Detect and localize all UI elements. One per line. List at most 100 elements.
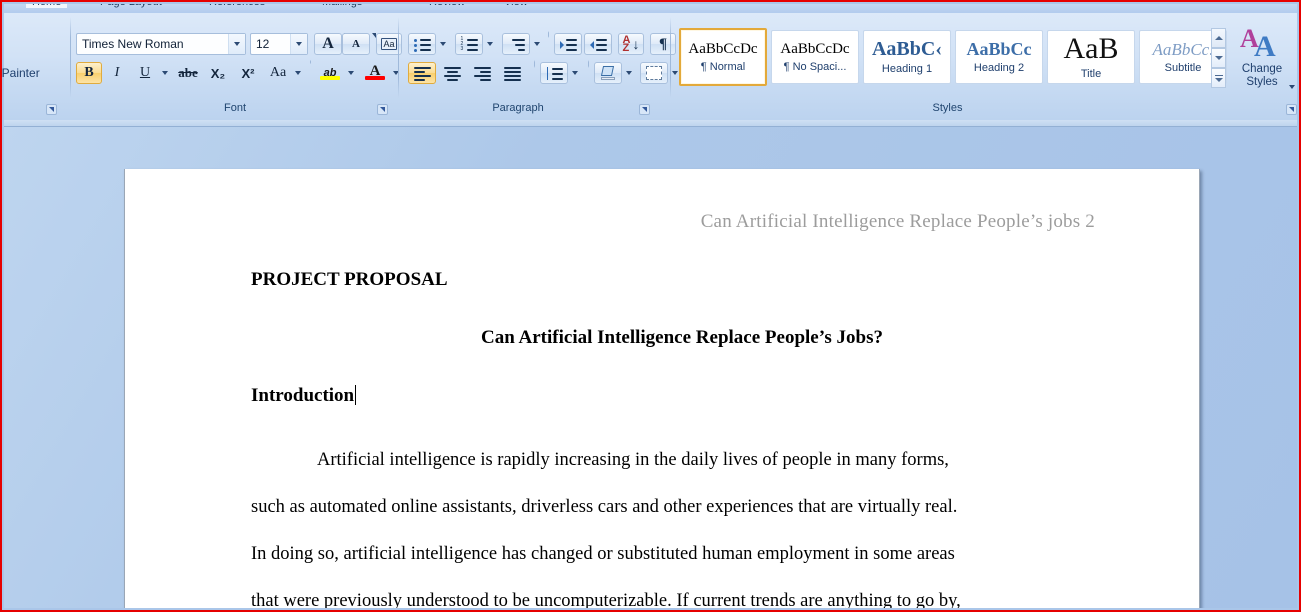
style-sample: AaBbC‹: [871, 38, 942, 60]
increase-indent-button[interactable]: [584, 33, 612, 55]
numbering-dropdown-icon[interactable]: [483, 33, 496, 55]
style-item-no-spacing[interactable]: AaBbCcDc ¶ No Spaci...: [771, 30, 859, 84]
change-case-icon: Aa: [269, 65, 287, 80]
increase-indent-icon: [589, 38, 607, 51]
group-separator: [398, 17, 399, 98]
style-item-normal[interactable]: AaBbCcDc ¶ Normal: [679, 28, 767, 86]
change-case-button[interactable]: Aa: [265, 62, 291, 84]
tab-home[interactable]: Home: [26, 4, 68, 8]
style-sample: AaBbCc.: [1152, 39, 1214, 59]
heading-project-proposal: PROJECT PROPOSAL: [251, 269, 448, 290]
font-name-dropdown-icon[interactable]: [228, 34, 245, 54]
document-canvas[interactable]: Can Artificial Intelligence Replace Peop…: [4, 120, 1297, 608]
grow-font-button[interactable]: A: [314, 33, 348, 55]
heading-document-title: Can Artificial Intelligence Replace Peop…: [481, 327, 883, 348]
style-item-title[interactable]: AaB Title: [1047, 30, 1135, 84]
sort-button[interactable]: AZ ↓: [618, 33, 644, 55]
align-right-icon: [473, 66, 491, 81]
heading-introduction: Introduction: [251, 385, 355, 406]
document-header-text: Can Artificial Intelligence Replace Peop…: [700, 211, 1095, 232]
strikethrough-button[interactable]: abe: [174, 62, 202, 84]
shrink-font-icon: A: [352, 37, 360, 50]
styles-scroll-down-button[interactable]: [1211, 48, 1226, 68]
tab-mailings[interactable]: Mailings: [322, 4, 362, 8]
paragraph-dialog-launcher[interactable]: [639, 104, 650, 115]
align-right-button[interactable]: [468, 62, 496, 84]
paragraph-group-label: Paragraph: [492, 102, 544, 114]
line-spacing-dropdown-icon[interactable]: [568, 62, 581, 84]
style-item-heading-2[interactable]: AaBbCc Heading 2: [955, 30, 1043, 84]
multilevel-list-dropdown-icon[interactable]: [530, 33, 543, 55]
style-name: ¶ Normal: [700, 60, 746, 73]
shading-button[interactable]: [594, 62, 622, 84]
paint-bucket-icon: [600, 66, 616, 80]
show-formatting-marks-button[interactable]: ¶: [650, 33, 676, 55]
decrease-indent-icon: [559, 38, 577, 51]
styles-group-body: AaBbCcDc ¶ Normal AaBbCcDc ¶ No Spaci...…: [674, 14, 1299, 98]
decrease-indent-button[interactable]: [554, 33, 582, 55]
document-body[interactable]: PROJECT PROPOSAL Can Artificial Intellig…: [251, 269, 1139, 608]
pilcrow-icon: ¶: [658, 35, 668, 52]
style-sample: AaBbCc: [966, 39, 1032, 59]
font-size-value: 12: [256, 37, 270, 51]
superscript-button[interactable]: X²: [234, 62, 262, 84]
align-left-button[interactable]: [408, 62, 436, 84]
document-page[interactable]: Can Artificial Intelligence Replace Peop…: [124, 169, 1200, 608]
numbering-icon: 1 2 3: [461, 36, 478, 51]
more-chevron-icon: [1214, 77, 1223, 82]
bullets-button[interactable]: [408, 33, 436, 55]
align-left-icon: [413, 66, 431, 81]
shrink-font-button[interactable]: A: [342, 33, 376, 55]
change-styles-label-line2: Styles: [1246, 75, 1278, 88]
clipboard-group-label: [2, 99, 69, 117]
bold-button[interactable]: B: [76, 62, 102, 84]
change-styles-dropdown-icon[interactable]: [1286, 80, 1298, 94]
line-spacing-button[interactable]: [540, 62, 568, 84]
justify-button[interactable]: [498, 62, 526, 84]
bullets-icon: [413, 38, 431, 52]
underline-dropdown-icon[interactable]: [158, 62, 171, 84]
change-styles-icon: A A: [1240, 23, 1276, 63]
font-size-combo[interactable]: 12: [250, 33, 308, 55]
tab-view[interactable]: View: [504, 4, 528, 8]
numbering-button[interactable]: 1 2 3: [455, 33, 483, 55]
superscript-icon: X²: [241, 65, 255, 81]
font-color-swatch: [365, 76, 385, 80]
style-name: Title: [1080, 68, 1102, 80]
style-item-heading-1[interactable]: AaBbC‹ Heading 1: [863, 30, 951, 84]
font-size-dropdown-icon[interactable]: [290, 34, 307, 54]
borders-button[interactable]: [640, 62, 668, 84]
multilevel-list-button[interactable]: [502, 33, 530, 55]
bullets-dropdown-icon[interactable]: [436, 33, 449, 55]
change-case-dropdown-icon[interactable]: [291, 62, 304, 84]
group-separator: [70, 17, 71, 98]
sort-icon: AZ: [622, 34, 631, 54]
style-name: Subtitle: [1164, 61, 1202, 74]
styles-scroll-up-button[interactable]: [1211, 28, 1226, 48]
format-painter-button[interactable]: t Painter: [2, 63, 64, 83]
group-separator: [670, 17, 671, 98]
tab-review[interactable]: Review: [429, 4, 465, 8]
highlight-color-swatch: [320, 76, 340, 80]
font-color-dropdown-icon[interactable]: [389, 62, 402, 84]
change-styles-button[interactable]: A A Change Styles: [1230, 22, 1294, 94]
text-cursor: [355, 385, 357, 405]
text-highlight-button[interactable]: ab: [316, 62, 344, 84]
borders-icon: [646, 66, 662, 80]
tab-references[interactable]: References: [209, 4, 265, 8]
font-name-combo[interactable]: Times New Roman: [76, 33, 246, 55]
tab-page-layout[interactable]: Page Layout: [100, 4, 162, 8]
shading-dropdown-icon[interactable]: [622, 62, 635, 84]
ribbon: t Painter Times New Roman 12: [2, 13, 1297, 121]
styles-dialog-launcher[interactable]: [1286, 104, 1297, 115]
paragraph-line: In doing so, artificial intelligence has…: [251, 544, 955, 564]
canvas-top-edge: [4, 120, 1297, 127]
italic-button[interactable]: I: [104, 62, 130, 84]
styles-more-button[interactable]: [1211, 68, 1226, 88]
underline-button[interactable]: U: [132, 62, 158, 84]
text-highlight-dropdown-icon[interactable]: [344, 62, 357, 84]
align-center-button[interactable]: [438, 62, 466, 84]
subscript-button[interactable]: X₂: [204, 62, 232, 84]
font-color-button[interactable]: A: [361, 62, 389, 84]
paragraph-line: Artificial intelligence is rapidly incre…: [317, 450, 949, 470]
